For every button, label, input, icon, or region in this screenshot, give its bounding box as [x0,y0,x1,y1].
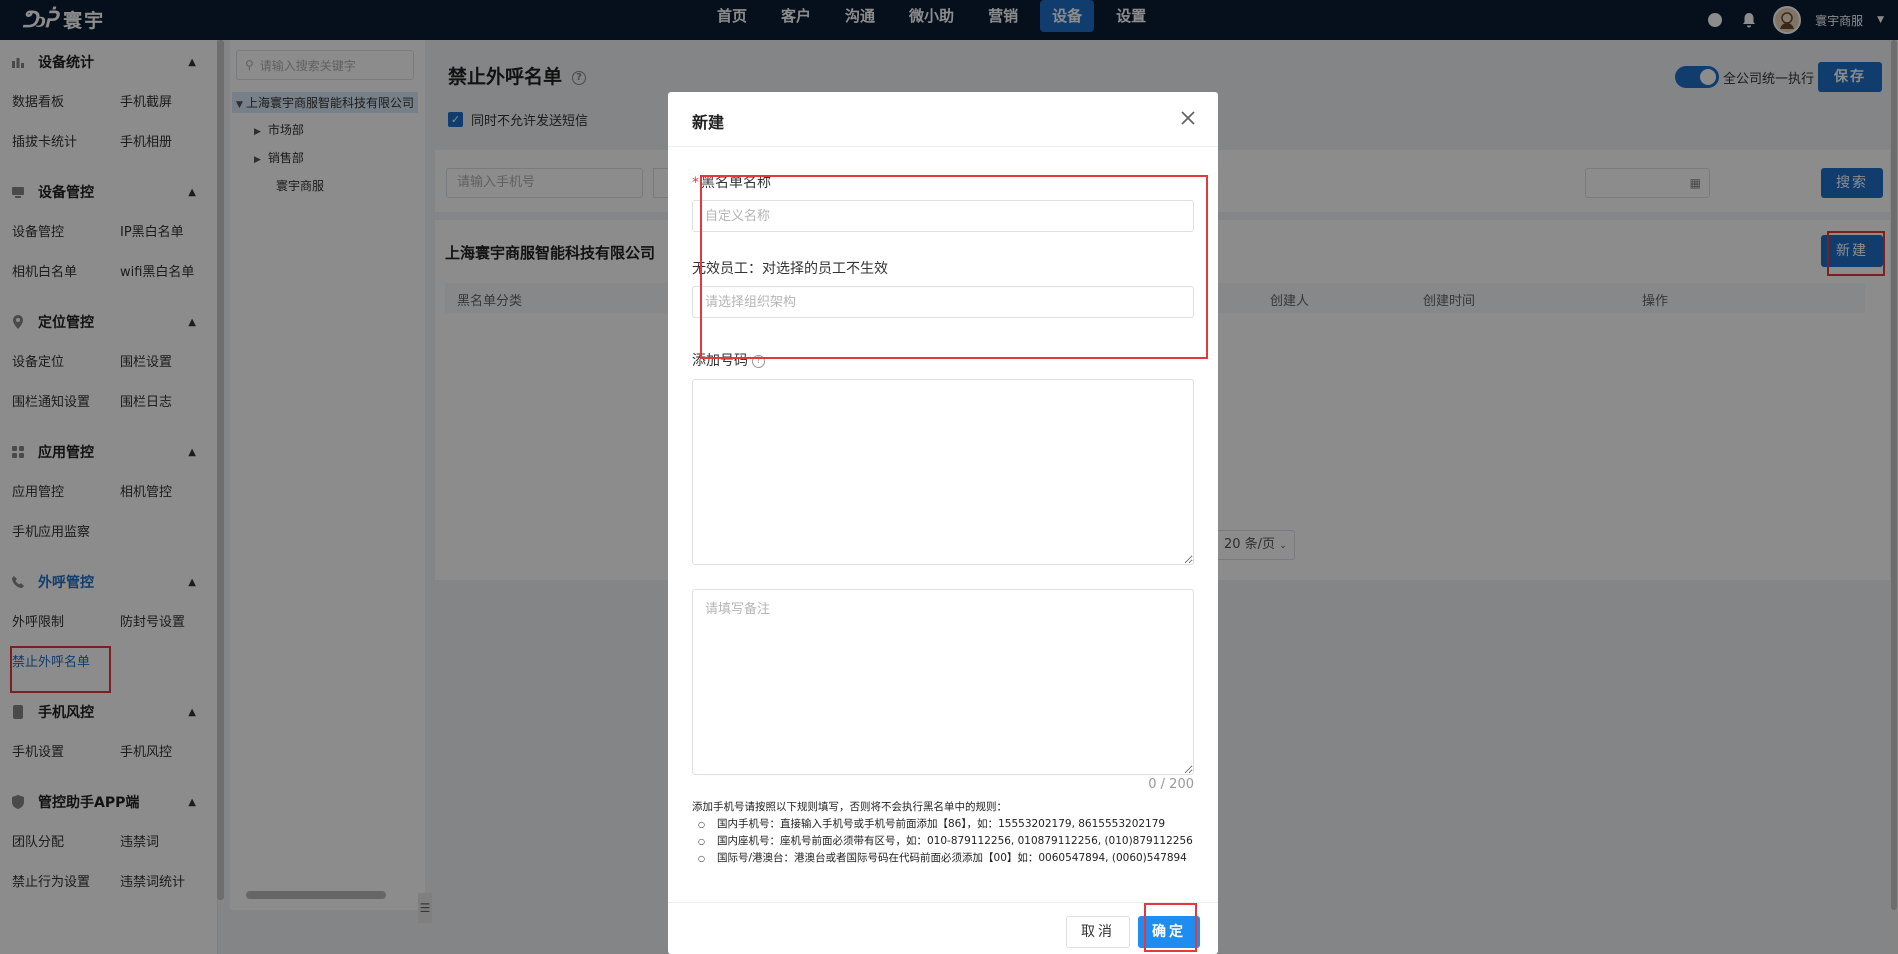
numbers-textarea[interactable] [692,379,1194,565]
char-counter: 0 / 200 [1148,777,1194,792]
dialog-header: 新建 [668,92,1218,147]
annotation-box [1144,903,1197,952]
close-icon[interactable] [1176,106,1200,130]
rule-item: 国际号/港澳台：港澳台或者国际号码在代码前面必须添加【00】如：00605478… [698,850,1202,867]
dialog-footer: 取消 确定 [668,902,1218,954]
rule-item: 国内手机号：直接输入手机号或手机号前面添加【86】，如：15553202179,… [698,816,1202,833]
required-mark: * [692,175,699,191]
dialog-title: 新建 [692,113,725,132]
rule-item: 国内座机号：座机号前面必须带有区号，如：010-879112256, 01087… [698,833,1202,850]
annotation-box [700,175,1208,359]
rules-intro: 添加手机号请按照以下规则填写，否则将不会执行黑名单中的规则： [692,801,1007,813]
rules-text: 添加手机号请按照以下规则填写，否则将不会执行黑名单中的规则： 国内手机号：直接输… [692,799,1202,867]
cancel-button[interactable]: 取消 [1066,916,1130,948]
remark-textarea[interactable] [692,589,1194,775]
